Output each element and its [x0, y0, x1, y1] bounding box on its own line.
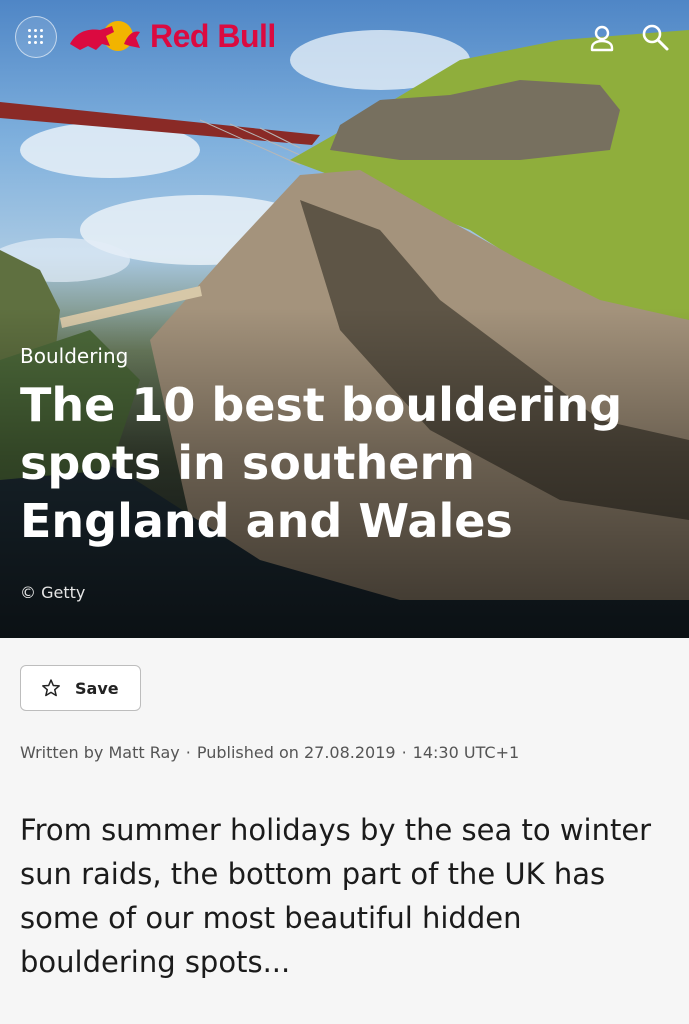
top-nav: Red Bull: [0, 0, 689, 80]
hero-section: Red Bull Bouldering The 10 best boulderi…: [0, 0, 689, 638]
published-time: 14:30 UTC+1: [412, 743, 520, 762]
byline: Written by Matt Ray · Published on 27.08.2…: [20, 743, 520, 762]
user-icon[interactable]: [586, 22, 618, 54]
published-date: Published on 27.08.2019: [196, 743, 396, 762]
author[interactable]: Written by Matt Ray: [20, 743, 180, 762]
logo-wordmark: Red Bull: [150, 17, 276, 54]
save-label: Save: [75, 678, 119, 698]
hero-text: Bouldering The 10 best bouldering spots …: [20, 344, 670, 550]
red-bull-logo[interactable]: Red Bull: [66, 14, 276, 58]
search-icon[interactable]: [640, 22, 672, 54]
menu-grid-icon[interactable]: [15, 16, 57, 58]
star-icon: [42, 679, 60, 697]
save-button[interactable]: Save: [20, 665, 141, 711]
image-credit: © Getty: [20, 583, 86, 602]
page-title: The 10 best bouldering spots in southern…: [20, 378, 623, 548]
article-intro: From summer holidays by the sea to winte…: [20, 813, 652, 979]
bull-logo-icon: [70, 21, 140, 51]
category-label[interactable]: Bouldering: [20, 344, 670, 368]
